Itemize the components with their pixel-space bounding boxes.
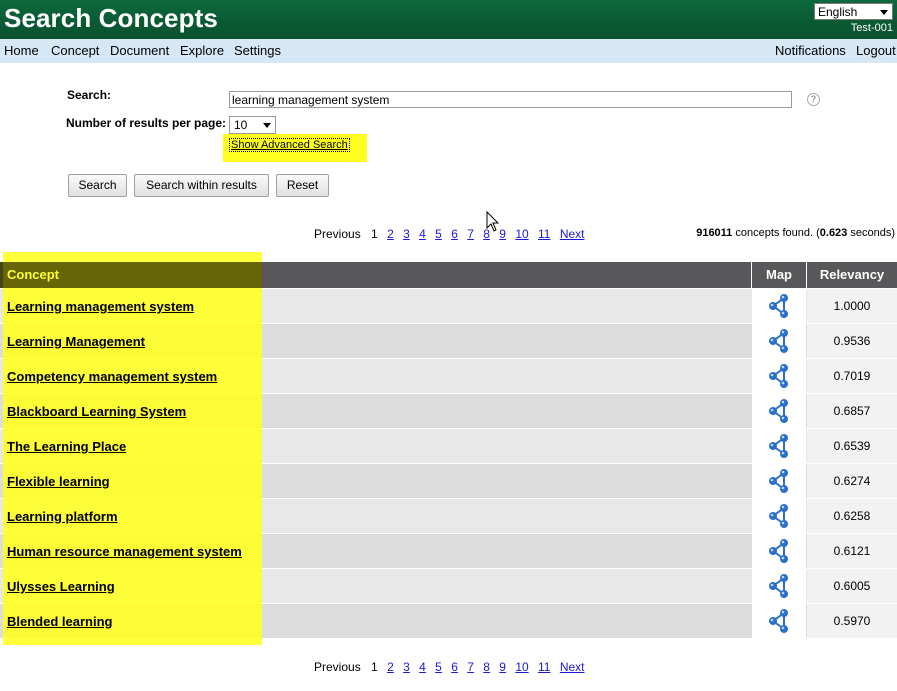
search-within-results-button[interactable]: Search within results <box>134 174 269 197</box>
network-map-icon[interactable] <box>767 468 791 497</box>
results-summary: 916011 concepts found. (0.623 seconds) <box>696 227 895 239</box>
concept-link[interactable]: The Learning Place <box>7 439 126 454</box>
results-seconds: 0.623 <box>819 227 848 239</box>
show-advanced-search-link[interactable]: Show Advanced Search <box>229 138 350 152</box>
search-input[interactable] <box>229 91 792 108</box>
pagination-page-link[interactable]: 4 <box>419 660 426 674</box>
pagination-page-link[interactable]: 11 <box>538 227 550 241</box>
pagination-page-link[interactable]: 3 <box>403 227 410 241</box>
network-map-icon[interactable] <box>767 538 791 567</box>
language-select-value: English <box>818 5 858 19</box>
map-cell <box>752 429 806 463</box>
user-name: Test-001 <box>850 22 893 34</box>
column-header-concept[interactable]: Concept <box>7 262 59 288</box>
map-cell <box>752 499 806 533</box>
pagination-next[interactable]: Next <box>560 227 585 241</box>
pagination-page-link[interactable]: 6 <box>451 227 458 241</box>
pagination-page-link[interactable]: 2 <box>387 227 394 241</box>
pagination-page-link[interactable]: 10 <box>515 660 528 674</box>
help-icon[interactable]: ? <box>807 93 820 106</box>
network-map-icon[interactable] <box>767 398 791 427</box>
results-seconds-text: seconds) <box>847 227 895 239</box>
concept-link[interactable]: Learning Management <box>7 334 145 349</box>
relevancy-cell: 0.6857 <box>807 394 897 428</box>
pagination-previous: Previous <box>314 660 361 674</box>
pagination-page-link[interactable]: 5 <box>435 660 442 674</box>
concept-link[interactable]: Blended learning <box>7 614 112 629</box>
results-per-page-select[interactable]: 10 <box>229 116 276 134</box>
column-header-relevancy[interactable]: Relevancy <box>807 262 897 288</box>
pagination-top: Previous 1 2 3 4 5 6 7 8 9 10 11 Next <box>314 227 588 241</box>
map-cell <box>752 464 806 498</box>
network-map-icon[interactable] <box>767 433 791 462</box>
pagination-previous: Previous <box>314 227 361 241</box>
pagination-page-link[interactable]: 2 <box>387 660 394 674</box>
pagination-page-link[interactable]: 4 <box>419 227 426 241</box>
menu-item-home[interactable]: Home <box>4 43 39 58</box>
search-button[interactable]: Search <box>68 174 127 197</box>
pagination-current-page: 1 <box>371 227 378 241</box>
network-map-icon[interactable] <box>767 573 791 602</box>
relevancy-cell: 0.6274 <box>807 464 897 498</box>
map-cell <box>752 289 806 323</box>
map-cell <box>752 569 806 603</box>
pagination-current-page: 1 <box>371 660 378 674</box>
pagination-page-link[interactable]: 5 <box>435 227 442 241</box>
page-title: Search Concepts <box>4 3 218 33</box>
pagination-bottom: Previous 1 2 3 4 5 6 7 8 9 10 11 Next <box>314 660 588 674</box>
chevron-down-icon <box>263 123 271 128</box>
concept-link[interactable]: Human resource management system <box>7 544 242 559</box>
network-map-icon[interactable] <box>767 503 791 532</box>
concept-link[interactable]: Competency management system <box>7 369 217 384</box>
relevancy-cell: 0.6005 <box>807 569 897 603</box>
concept-link[interactable]: Learning management system <box>7 299 194 314</box>
map-cell <box>752 324 806 358</box>
pagination-page-link[interactable]: 9 <box>499 660 506 674</box>
concept-link[interactable]: Ulysses Learning <box>7 579 115 594</box>
pagination-page-link[interactable]: 9 <box>499 227 506 241</box>
network-map-icon[interactable] <box>767 363 791 392</box>
concept-link[interactable]: Blackboard Learning System <box>7 404 186 419</box>
map-cell <box>752 394 806 428</box>
menu-item-notifications[interactable]: Notifications <box>775 43 846 58</box>
menu-item-logout[interactable]: Logout <box>856 43 896 58</box>
network-map-icon[interactable] <box>767 328 791 357</box>
relevancy-cell: 0.6121 <box>807 534 897 568</box>
search-label: Search: <box>67 88 112 102</box>
map-cell <box>752 359 806 393</box>
network-map-icon[interactable] <box>767 608 791 637</box>
map-cell <box>752 604 806 638</box>
menu-item-explore[interactable]: Explore <box>180 43 224 58</box>
reset-button[interactable]: Reset <box>276 174 329 197</box>
concept-link[interactable]: Flexible learning <box>7 474 110 489</box>
pagination-page-link[interactable]: 7 <box>467 227 474 241</box>
pagination-page-link[interactable]: 7 <box>467 660 474 674</box>
pagination-page-link[interactable]: 8 <box>483 660 490 674</box>
network-map-icon[interactable] <box>767 293 791 322</box>
concept-link[interactable]: Learning platform <box>7 509 118 524</box>
menu-item-document[interactable]: Document <box>110 43 169 58</box>
map-cell <box>752 534 806 568</box>
language-select[interactable]: English <box>814 3 893 20</box>
pagination-page-link[interactable]: 6 <box>451 660 458 674</box>
pagination-next[interactable]: Next <box>560 660 585 674</box>
pagination-page-link[interactable]: 3 <box>403 660 410 674</box>
menu-item-settings[interactable]: Settings <box>234 43 281 58</box>
relevancy-cell: 1.0000 <box>807 289 897 323</box>
per-page-label: Number of results per page: <box>66 116 227 130</box>
mouse-cursor-icon <box>486 211 500 232</box>
column-header-map: Map <box>766 267 792 282</box>
menu-item-concept[interactable]: Concept <box>51 43 99 58</box>
relevancy-cell: 0.9536 <box>807 324 897 358</box>
pagination-page-link[interactable]: 10 <box>515 227 528 241</box>
relevancy-cell: 0.5970 <box>807 604 897 638</box>
relevancy-cell: 0.6539 <box>807 429 897 463</box>
results-count-text: concepts found. ( <box>732 227 820 239</box>
results-count: 916011 <box>696 227 733 239</box>
relevancy-cell: 0.6258 <box>807 499 897 533</box>
relevancy-cell: 0.7019 <box>807 359 897 393</box>
results-per-page-value: 10 <box>234 118 248 132</box>
pagination-page-link[interactable]: 11 <box>538 660 550 674</box>
chevron-down-icon <box>880 10 888 15</box>
